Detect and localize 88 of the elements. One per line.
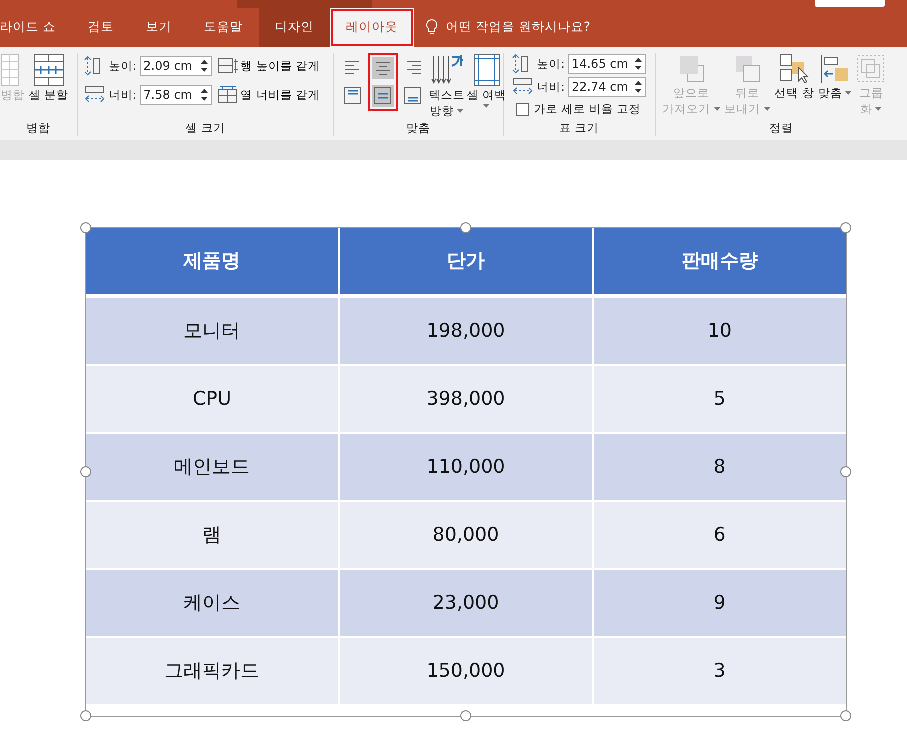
cell-margins-icon bbox=[474, 54, 500, 86]
group-label: 표 크기 bbox=[558, 120, 600, 136]
selection-pane-button[interactable]: 선택 창 bbox=[774, 53, 816, 101]
table-cell: 8 bbox=[592, 433, 846, 501]
tell-me-search[interactable]: 어떤 작업을 원하시나요? bbox=[446, 19, 591, 36]
field-label: 너비: bbox=[537, 80, 565, 94]
resize-handle[interactable] bbox=[840, 466, 852, 478]
align-objects-icon bbox=[820, 54, 850, 84]
column-header: 단가 bbox=[339, 228, 593, 296]
table-width-icon bbox=[512, 77, 534, 97]
text-direction-button[interactable]: 텍스트 방향 bbox=[428, 53, 466, 119]
size-field[interactable]: 7.58 cm bbox=[140, 85, 212, 105]
distribute-rows-icon bbox=[218, 57, 238, 75]
table-cell: 3 bbox=[592, 637, 846, 704]
column-header: 제품명 bbox=[86, 228, 340, 296]
align-top-button[interactable] bbox=[342, 85, 364, 107]
table-cell: 9 bbox=[592, 569, 846, 637]
table-cell: 케이스 bbox=[86, 569, 340, 637]
table-cell: 램 bbox=[86, 501, 340, 569]
table-cell: 메인보드 bbox=[86, 433, 340, 501]
spinner-icon[interactable] bbox=[634, 57, 642, 71]
table-cell: 398,000 bbox=[339, 365, 593, 433]
text-direction-icon bbox=[431, 54, 464, 86]
group-label: 정렬 bbox=[768, 120, 794, 136]
size-field[interactable]: 14.65 cm bbox=[568, 54, 646, 74]
ribbon-tab[interactable]: 검토 bbox=[72, 8, 130, 47]
caret-icon bbox=[483, 104, 490, 108]
field-label: 높이: bbox=[537, 56, 565, 72]
resize-handle[interactable] bbox=[80, 710, 92, 722]
spinner-icon[interactable] bbox=[200, 88, 208, 102]
ribbon-tab[interactable]: 라이드 쇼 bbox=[0, 8, 72, 47]
table-cell: 150,000 bbox=[339, 637, 593, 704]
split-cells-button[interactable]: 셀 분할 bbox=[28, 53, 70, 103]
lock-ratio-checkbox[interactable] bbox=[516, 103, 530, 116]
align-middle-icon bbox=[372, 85, 394, 107]
group-icon bbox=[856, 54, 886, 84]
cell-margins-button[interactable]: 셀 여백 bbox=[466, 53, 508, 109]
align-center-button[interactable] bbox=[372, 57, 394, 79]
table-cell: 10 bbox=[592, 296, 846, 365]
table-cell: 110,000 bbox=[339, 433, 593, 501]
resize-handle[interactable] bbox=[840, 222, 852, 234]
resize-handle[interactable] bbox=[80, 222, 92, 234]
caret-icon bbox=[457, 109, 464, 113]
caret-icon bbox=[764, 107, 771, 111]
resize-handle[interactable] bbox=[80, 466, 92, 478]
resize-handle[interactable] bbox=[840, 710, 852, 722]
distribute-columns-button[interactable]: 열 너비를 같게 bbox=[218, 84, 320, 106]
column-header: 판매수량 bbox=[592, 228, 846, 296]
group-label: 셀 크기 bbox=[184, 120, 226, 136]
align-top-icon bbox=[342, 85, 364, 107]
ribbon-tab[interactable]: 도움말 bbox=[188, 8, 259, 47]
size-field[interactable]: 2.09 cm bbox=[140, 56, 212, 76]
table-cell: 그래픽카드 bbox=[86, 637, 340, 704]
table-cell: 모니터 bbox=[86, 296, 340, 365]
caret-icon bbox=[875, 107, 882, 111]
group-label: 병합 bbox=[25, 120, 52, 136]
caret-icon bbox=[714, 107, 721, 111]
align-bottom-button[interactable] bbox=[402, 85, 424, 107]
lightbulb-icon bbox=[426, 19, 438, 36]
field-label: 높이: bbox=[108, 58, 137, 74]
field-label: 너비: bbox=[108, 88, 137, 102]
column-width-icon bbox=[84, 85, 106, 105]
table-cell: 5 bbox=[592, 365, 846, 433]
size-field[interactable]: 22.74 cm bbox=[568, 77, 646, 97]
align-middle-button[interactable] bbox=[372, 85, 394, 107]
table-cell: 198,000 bbox=[339, 296, 593, 365]
caret-icon bbox=[845, 91, 852, 95]
spinner-icon[interactable] bbox=[634, 80, 642, 94]
ribbon-tab[interactable]: 보기 bbox=[130, 8, 188, 47]
selection-pane-icon bbox=[780, 54, 810, 84]
ribbon-tab[interactable]: 레이아웃 bbox=[330, 8, 414, 47]
ribbon-tab[interactable]: 디자인 bbox=[258, 8, 330, 47]
distribute-rows-button[interactable]: 행 높이를 같게 bbox=[218, 55, 320, 77]
align-bottom-icon bbox=[402, 85, 424, 107]
table-cell: CPU bbox=[86, 365, 340, 433]
table-cell: 80,000 bbox=[339, 501, 593, 569]
table-cell: 23,000 bbox=[339, 569, 593, 637]
checkbox-label: 가로 세로 비율 고정 bbox=[534, 102, 642, 117]
layers-icon bbox=[734, 54, 762, 84]
resize-handle[interactable] bbox=[460, 710, 472, 722]
group-label: 맞춤 bbox=[406, 120, 432, 136]
table-cell: 6 bbox=[592, 501, 846, 569]
align-button[interactable]: 맞춤 bbox=[817, 53, 854, 101]
split-cells-icon bbox=[34, 54, 64, 86]
resize-handle[interactable] bbox=[460, 222, 472, 234]
distribute-columns-icon bbox=[218, 86, 238, 104]
spinner-icon[interactable] bbox=[200, 59, 208, 73]
layers-icon bbox=[678, 54, 706, 84]
